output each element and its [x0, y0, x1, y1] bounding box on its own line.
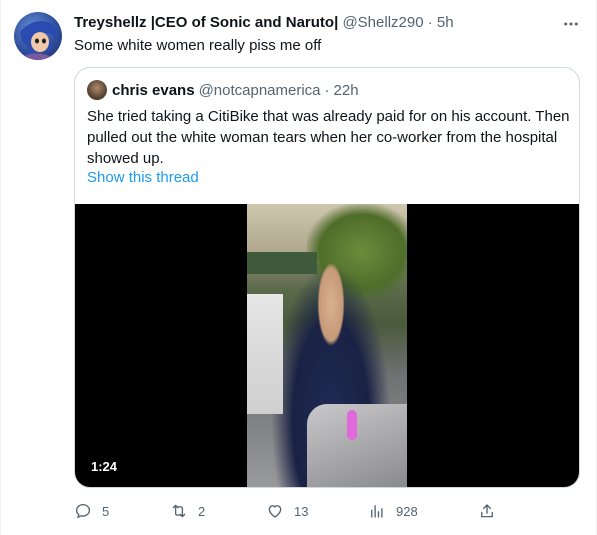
quote-text: She tried taking a CitiBike that was alr…: [87, 108, 570, 167]
avatar-art: [20, 21, 58, 60]
video-duration-badge: 1:24: [87, 458, 122, 476]
video-player[interactable]: 1:24: [75, 204, 579, 487]
author-handle[interactable]: @Shellz290: [342, 14, 423, 31]
like-count: 13: [294, 503, 309, 519]
views-chart-icon: [371, 505, 383, 518]
share-button[interactable]: [478, 499, 506, 523]
share-icon: [481, 504, 493, 518]
video-thumbnail: [247, 204, 407, 487]
quote-author-display-name[interactable]: chris evans: [112, 82, 195, 99]
meta-separator: ·: [427, 14, 433, 31]
views-button[interactable]: 928: [368, 499, 418, 523]
quoted-tweet-card[interactable]: chris evans @notcapnamerica · 22h She tr…: [74, 67, 580, 488]
tweet-actions-bar: 5 2 13 928: [74, 499, 504, 523]
reply-icon: [75, 503, 91, 519]
left-border: [0, 0, 1, 535]
more-horizontal-icon: [564, 22, 578, 26]
reply-count: 5: [102, 503, 110, 519]
retweet-button[interactable]: 2: [170, 499, 205, 523]
reply-button[interactable]: 5: [74, 499, 109, 523]
like-button[interactable]: 13: [266, 499, 308, 523]
retweet-icon: [172, 504, 186, 518]
author-avatar[interactable]: [14, 12, 62, 60]
video-bike-light: [347, 410, 357, 440]
video-foreground-arm: [247, 294, 283, 414]
retweet-count: 2: [198, 503, 206, 519]
author-display-name[interactable]: Treyshellz |CEO of Sonic and Naruto|: [74, 14, 338, 31]
show-thread-link[interactable]: Show this thread: [87, 169, 199, 186]
quote-timestamp[interactable]: 22h: [334, 82, 359, 99]
video-bike: [307, 404, 407, 487]
tweet-timestamp[interactable]: 5h: [437, 14, 454, 31]
tweet-text: Some white women really piss me off: [74, 37, 322, 54]
more-options-button[interactable]: [561, 14, 581, 34]
heart-icon: [268, 505, 282, 518]
quote-author-handle[interactable]: @notcapnamerica: [199, 82, 321, 99]
quote-header: chris evans @notcapnamerica · 22h: [87, 80, 359, 100]
quote-meta-separator: ·: [324, 81, 330, 99]
tweet-header: Treyshellz |CEO of Sonic and Naruto| @Sh…: [74, 13, 454, 33]
quote-author-avatar[interactable]: [87, 80, 107, 100]
view-count: 928: [396, 503, 418, 519]
